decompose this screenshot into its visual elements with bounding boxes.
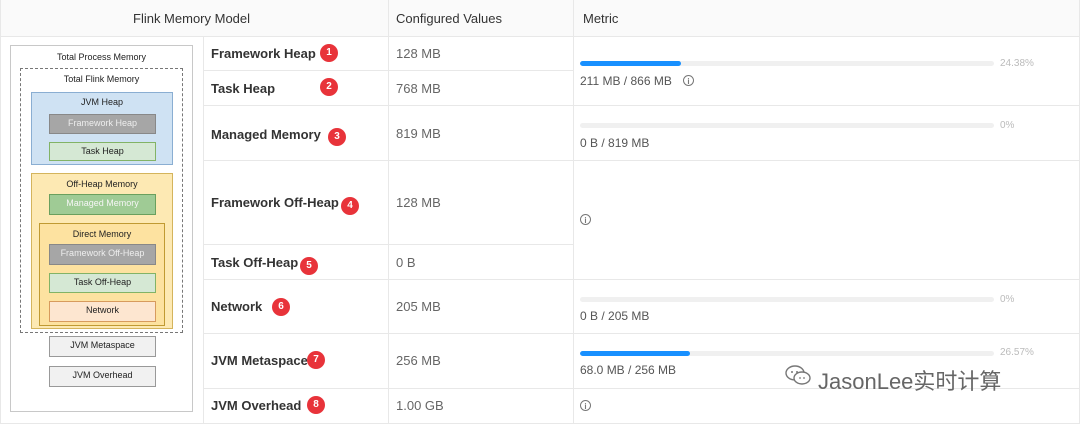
- row-badge: 6: [272, 298, 290, 316]
- grid-line: [203, 160, 1080, 161]
- progress-percent: 0%: [1000, 294, 1015, 305]
- diagram-jvm-overhead: JVM Overhead: [49, 366, 156, 387]
- progress-percent: 24.38%: [1000, 58, 1034, 69]
- row-badge: 3: [328, 128, 346, 146]
- progress-fill: [580, 351, 690, 356]
- diagram-label: Off-Heap Memory: [66, 179, 138, 189]
- diagram-network: Network: [49, 301, 156, 322]
- row-value: 819 MB: [396, 126, 441, 141]
- row-label-task-off-heap: Task Off-Heap: [211, 255, 299, 270]
- row-label-framework-heap: Framework Heap: [211, 46, 316, 61]
- diagram-framework-off-heap: Framework Off-Heap: [49, 244, 156, 265]
- diagram-label: Direct Memory: [72, 229, 132, 239]
- progress-percent: 0%: [1000, 120, 1015, 131]
- row-value: 1.00 GB: [396, 398, 444, 413]
- row-badge: 8: [307, 396, 325, 414]
- grid-line: [203, 244, 573, 245]
- header-configured: Configured Values: [396, 11, 502, 26]
- diagram-jvm-metaspace: JVM Metaspace: [49, 336, 156, 357]
- row-label-managed-memory: Managed Memory: [211, 127, 321, 142]
- progress-bar-managed: [580, 123, 994, 128]
- row-value: 256 MB: [396, 353, 441, 368]
- progress-percent: 26.57%: [1000, 347, 1034, 358]
- row-label-network: Network: [211, 299, 263, 314]
- diagram-task-heap: Task Heap: [49, 142, 156, 161]
- diagram-label: Total Flink Memory: [63, 74, 140, 84]
- diagram-label: Total Process Memory: [56, 52, 147, 62]
- grid-line: [0, 0, 1, 424]
- row-label-jvm-overhead: JVM Overhead: [211, 398, 302, 413]
- progress-bar-network: [580, 297, 994, 302]
- progress-bar-heap: [580, 61, 994, 66]
- row-label-task-heap: Task Heap: [211, 81, 276, 96]
- row-value: 205 MB: [396, 299, 441, 314]
- grid-line: [203, 333, 1080, 334]
- diagram-managed-memory: Managed Memory: [49, 194, 156, 215]
- row-value: 128 MB: [396, 195, 441, 210]
- metric-usage: 68.0 MB / 256 MB: [580, 363, 677, 377]
- row-badge: 4: [341, 197, 359, 215]
- grid-line: [203, 105, 1080, 106]
- info-icon[interactable]: i: [683, 75, 694, 86]
- diagram-framework-heap: Framework Heap: [49, 114, 156, 134]
- diagram-task-off-heap: Task Off-Heap: [49, 273, 156, 293]
- row-badge: 2: [320, 78, 338, 96]
- row-badge: 7: [307, 351, 325, 369]
- metric-usage: 0 B / 819 MB: [580, 136, 650, 150]
- grid-line: [388, 0, 389, 424]
- row-badge: 5: [300, 257, 318, 275]
- diagram-label: JVM Heap: [80, 97, 124, 107]
- progress-fill: [580, 61, 681, 66]
- watermark-text: JasonLee实时计算: [818, 369, 1002, 394]
- row-value: 768 MB: [396, 81, 441, 96]
- grid-line: [203, 37, 204, 424]
- row-label-framework-off-heap: Framework Off-Heap: [211, 195, 339, 210]
- progress-bar-metaspace: [580, 351, 994, 356]
- info-icon[interactable]: i: [580, 400, 591, 411]
- header-model: Flink Memory Model: [133, 11, 251, 26]
- metric-usage: 0 B / 205 MB: [580, 309, 650, 323]
- metric-usage: 211 MB / 866 MB: [580, 74, 672, 88]
- row-value: 0 B: [396, 255, 416, 270]
- header-metric: Metric: [583, 11, 619, 26]
- grid-line: [203, 70, 573, 71]
- grid-line: [573, 0, 574, 424]
- info-icon[interactable]: i: [580, 214, 591, 225]
- row-value: 128 MB: [396, 46, 441, 61]
- wechat-icon: [785, 365, 811, 385]
- grid-line: [203, 279, 1080, 280]
- row-label-jvm-metaspace: JVM Metaspace: [211, 353, 308, 368]
- row-badge: 1: [320, 44, 338, 62]
